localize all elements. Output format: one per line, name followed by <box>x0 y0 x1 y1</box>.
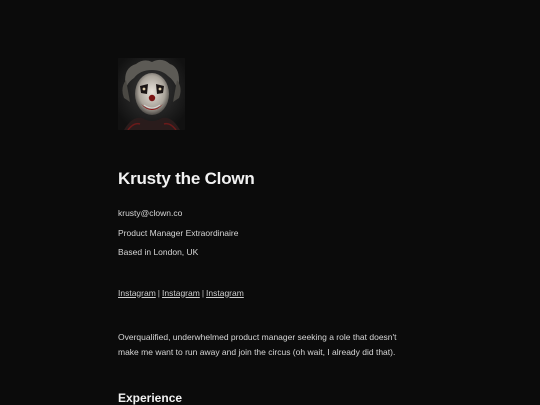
avatar <box>118 58 185 130</box>
email-text: krusty@clown.co <box>118 208 183 218</box>
profile-content: Krusty the Clown krusty@clown.co Product… <box>118 58 418 405</box>
instagram-link-2[interactable]: Instagram <box>162 288 200 298</box>
instagram-link-1[interactable]: Instagram <box>118 288 156 298</box>
instagram-link-3[interactable]: Instagram <box>206 288 244 298</box>
job-title-text: Product Manager Extraordinaire <box>118 227 239 238</box>
contact-info: krusty@clown.co Product Manager Extraord… <box>118 204 418 263</box>
profile-name: Krusty the Clown <box>118 169 255 188</box>
social-links: Instagram | Instagram | Instagram <box>118 287 418 299</box>
experience-heading: Experience <box>118 390 183 405</box>
location-text: Based in London, UK <box>118 247 199 257</box>
profile-page: Krusty the Clown krusty@clown.co Product… <box>0 0 540 405</box>
bio-text: Overqualified, underwhelmed product mana… <box>118 331 397 357</box>
